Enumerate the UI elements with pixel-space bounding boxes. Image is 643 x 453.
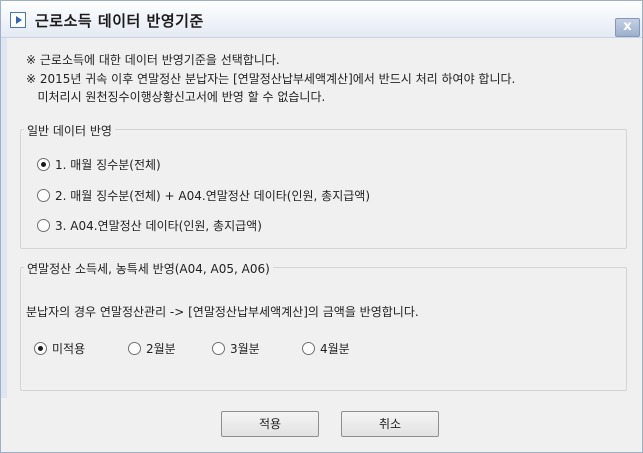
notes-block: ※ 근로소득에 대한 데이터 반영기준을 선택합니다. ※ 2015년 귀속 이… bbox=[26, 51, 515, 107]
dialog-window: 근로소득 데이터 반영기준 x ※ 근로소득에 대한 데이터 반영기준을 선택합… bbox=[0, 0, 643, 453]
radio-icon-general-2[interactable] bbox=[37, 189, 50, 202]
close-button[interactable]: x bbox=[615, 18, 640, 37]
general-data-legend: 일반 데이터 반영 bbox=[24, 122, 115, 139]
tax-option-feb[interactable]: 2월분 bbox=[128, 340, 176, 357]
general-option-3-label: 3. A04.연말정산 데이타(인원, 총지급액) bbox=[55, 219, 262, 233]
tax-option-feb-label: 2월분 bbox=[146, 342, 176, 356]
general-option-1-label: 1. 매월 징수분(전체) bbox=[55, 158, 161, 172]
general-option-3[interactable]: 3. A04.연말정산 데이타(인원, 총지급액) bbox=[37, 217, 262, 234]
tax-reflection-legend: 연말정산 소득세, 농특세 반영(A04, A05, A06) bbox=[24, 260, 273, 277]
apply-button[interactable]: 적용 bbox=[221, 411, 319, 437]
left-edge-strip bbox=[1, 38, 7, 398]
general-option-1[interactable]: 1. 매월 징수분(전체) bbox=[37, 156, 161, 173]
window-title: 근로소득 데이터 반영기준 bbox=[35, 12, 204, 30]
installment-description: 분납자의 경우 연말정산관리 -> [연말정산납부세액계산]의 금액을 반영합니… bbox=[26, 305, 419, 319]
tax-option-mar-label: 3월분 bbox=[230, 342, 260, 356]
tax-option-none-label: 미적용 bbox=[52, 342, 86, 356]
note-line: ※ 2015년 귀속 이후 연말정산 분납자는 [연말정산납부세액계산]에서 반… bbox=[26, 71, 516, 86]
radio-icon-general-1[interactable] bbox=[37, 158, 50, 171]
window-app-icon bbox=[10, 12, 26, 28]
tax-option-mar[interactable]: 3월분 bbox=[212, 340, 260, 357]
note-line: ※ 근로소득에 대한 데이터 반영기준을 선택합니다. bbox=[26, 53, 280, 67]
radio-icon-tax-none[interactable] bbox=[34, 342, 47, 355]
general-option-2[interactable]: 2. 매월 징수분(전체) + A04.연말정산 데이타(인원, 총지급액) bbox=[37, 187, 370, 204]
radio-icon-tax-feb[interactable] bbox=[128, 342, 141, 355]
radio-icon-tax-apr[interactable] bbox=[302, 342, 315, 355]
tax-reflection-group: 연말정산 소득세, 농특세 반영(A04, A05, A06) bbox=[20, 260, 627, 391]
radio-icon-tax-mar[interactable] bbox=[212, 342, 225, 355]
tax-option-apr-label: 4월분 bbox=[320, 342, 350, 356]
tax-option-apr[interactable]: 4월분 bbox=[302, 340, 350, 357]
general-option-2-label: 2. 매월 징수분(전체) + A04.연말정산 데이타(인원, 총지급액) bbox=[55, 189, 371, 203]
radio-icon-general-3[interactable] bbox=[37, 219, 50, 232]
title-bar[interactable]: 근로소득 데이터 반영기준 x bbox=[1, 1, 642, 38]
cancel-button[interactable]: 취소 bbox=[341, 411, 439, 437]
tax-option-none[interactable]: 미적용 bbox=[34, 340, 85, 357]
note-line: 미처리시 원천징수이행상황신고서에 반영 할 수 없습니다. bbox=[26, 90, 326, 104]
